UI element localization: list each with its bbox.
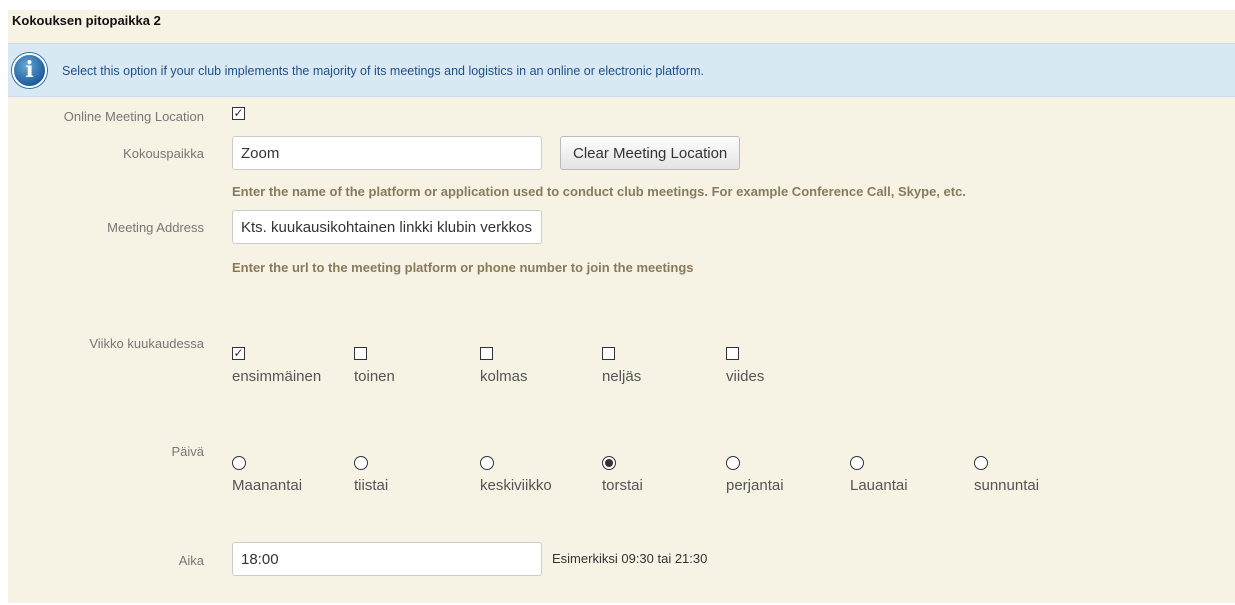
meeting-address-label: Meeting Address <box>107 220 204 235</box>
location-input[interactable] <box>232 136 542 170</box>
day-option-label: Maanantai <box>232 477 303 494</box>
online-meeting-location-label: Online Meeting Location <box>63 109 204 124</box>
day-option-label: sunnuntai <box>974 477 1040 494</box>
info-bar: i Select this option if your club implem… <box>8 43 1235 97</box>
week-checkbox[interactable] <box>602 347 615 360</box>
location-label: Kokouspaikka <box>123 146 204 161</box>
day-radio[interactable] <box>974 456 988 470</box>
day-option-label: torstai <box>602 477 643 494</box>
meeting-address-help-text: Enter the url to the meeting platform or… <box>232 260 694 275</box>
day-option-label: tiistai <box>354 477 389 494</box>
info-text: Select this option if your club implemen… <box>62 64 704 78</box>
day-radio[interactable] <box>232 456 246 470</box>
week-option-label: kolmas <box>480 368 528 385</box>
day-option-label: Lauantai <box>850 477 908 494</box>
info-icon: i <box>12 53 47 88</box>
week-checkbox[interactable] <box>480 347 493 360</box>
week-checkbox[interactable]: ✓ <box>232 347 245 360</box>
time-input[interactable] <box>232 542 542 576</box>
day-radio[interactable] <box>354 456 368 470</box>
week-checkbox[interactable] <box>354 347 367 360</box>
week-checkbox[interactable] <box>726 347 739 360</box>
day-radio[interactable] <box>850 456 864 470</box>
week-option-label: toinen <box>354 368 395 385</box>
week-option-label: neljäs <box>602 368 642 385</box>
online-meeting-location-checkbox[interactable]: ✓ <box>232 107 245 120</box>
day-radio[interactable] <box>602 456 616 470</box>
clear-meeting-location-button[interactable]: Clear Meeting Location <box>560 136 741 170</box>
day-label: Päivä <box>171 444 204 459</box>
week-option-label: viides <box>726 368 765 385</box>
day-radio[interactable] <box>726 456 740 470</box>
week-of-month-label: Viikko kuukaudessa <box>89 336 204 351</box>
week-option-label: ensimmäinen <box>232 368 322 385</box>
section-title: Kokouksen pitopaikka 2 <box>12 13 161 28</box>
meeting-address-input[interactable] <box>232 210 542 244</box>
time-label: Aika <box>178 553 204 568</box>
day-radio[interactable] <box>480 456 494 470</box>
location-help-text: Enter the name of the platform or applic… <box>232 184 966 199</box>
time-hint: Esimerkiksi 09:30 tai 21:30 <box>552 551 708 566</box>
day-option-label: keskiviikko <box>480 477 552 494</box>
meeting-location-panel: Kokouksen pitopaikka 2 i Select this opt… <box>8 10 1235 603</box>
day-option-label: perjantai <box>726 477 784 494</box>
